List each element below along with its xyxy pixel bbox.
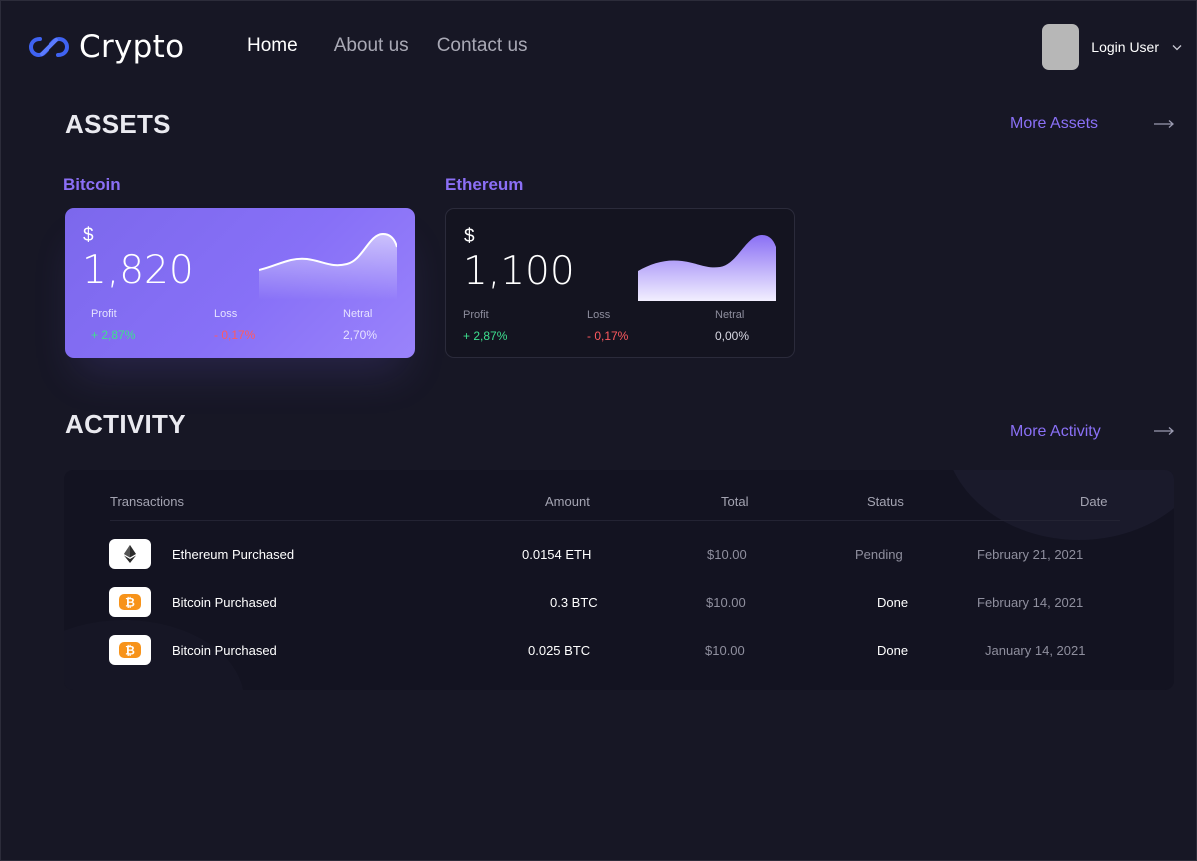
loss-value: - 0,17% <box>587 329 629 343</box>
arrow-right-icon[interactable] <box>1153 426 1175 436</box>
bitcoin-asset-card[interactable]: $ 1,820 Profit + 2,87% Loss - 0,17% Netr… <box>65 208 415 358</box>
bitcoin-icon: ₿ <box>109 587 151 617</box>
activity-title: ACTIVITY <box>65 409 186 439</box>
loss-stat: Loss - 0,17% <box>214 308 255 342</box>
profit-label: Profit <box>91 308 117 320</box>
table-row[interactable]: ₿ Bitcoin Purchased 0.025 BTC $10.00 Don… <box>64 635 1174 669</box>
arrow-right-icon[interactable] <box>1153 119 1175 129</box>
transaction-status: Done <box>877 643 909 658</box>
brand-name: Crypto <box>79 29 185 65</box>
bitcoin-sparkline <box>259 232 397 300</box>
column-header-status: Status <box>867 494 904 509</box>
asset-amount: 1,100 <box>463 249 575 294</box>
neutral-stat: Netral 2,70% <box>343 308 377 342</box>
transaction-total: $10.00 <box>707 547 747 562</box>
transaction-status: Pending <box>855 547 903 562</box>
ethereum-asset-card[interactable]: $ 1,100 Profit + 2,87% Loss - 0,17% Netr… <box>445 208 795 358</box>
transaction-amount: 0.025 BTC <box>528 643 591 658</box>
more-assets-link[interactable]: More Assets <box>1010 115 1098 133</box>
ethereum-sparkline <box>638 235 776 301</box>
main-nav: Home About us Contact us <box>247 35 556 57</box>
table-row[interactable]: Ethereum Purchased 0.0154 ETH $10.00 Pen… <box>64 539 1174 573</box>
ethereum-icon <box>109 539 151 569</box>
profit-value: + 2,87% <box>91 328 136 342</box>
transaction-date: February 21, 2021 <box>977 547 1084 562</box>
activity-table: Transactions Amount Total Status Date Et… <box>64 470 1174 690</box>
profit-label: Profit <box>463 309 489 321</box>
column-header-total: Total <box>721 494 749 509</box>
transaction-name: Ethereum Purchased <box>172 547 295 562</box>
more-activity-link[interactable]: More Activity <box>1010 423 1101 441</box>
transaction-total: $10.00 <box>706 595 746 610</box>
neutral-stat: Netral 0,00% <box>715 309 749 343</box>
column-header-transactions: Transactions <box>110 494 184 509</box>
transaction-name: Bitcoin Purchased <box>172 643 277 658</box>
svg-text:₿: ₿ <box>125 644 135 658</box>
transaction-date: February 14, 2021 <box>977 595 1084 610</box>
chevron-down-icon[interactable] <box>1172 44 1182 51</box>
transaction-amount: 0.0154 ETH <box>522 547 592 562</box>
profit-stat: Profit + 2,87% <box>463 309 507 343</box>
top-navigation: Crypto Home About us Contact us Login Us… <box>1 1 1196 93</box>
column-header-amount: Amount <box>545 494 590 509</box>
currency-symbol: $ <box>464 226 475 247</box>
header-divider <box>110 520 1120 521</box>
asset-amount: 1,820 <box>82 248 194 293</box>
loss-label: Loss <box>587 309 611 321</box>
brand-logo[interactable]: Crypto <box>29 29 184 65</box>
neutral-label: Netral <box>343 308 373 320</box>
nav-about-link[interactable]: About us <box>334 35 409 57</box>
ethereum-label: Ethereum <box>445 175 524 194</box>
nav-home-link[interactable]: Home <box>247 35 298 57</box>
transaction-name: Bitcoin Purchased <box>172 595 277 610</box>
currency-symbol: $ <box>83 225 94 246</box>
infinity-link-icon <box>29 36 69 58</box>
decorative-blob <box>944 470 1174 540</box>
column-header-date: Date <box>1080 494 1108 509</box>
table-row[interactable]: ₿ Bitcoin Purchased 0.3 BTC $10.00 Done … <box>64 587 1174 621</box>
transaction-status: Done <box>877 595 909 610</box>
loss-value: - 0,17% <box>214 328 256 342</box>
nav-contact-link[interactable]: Contact us <box>437 35 528 57</box>
bitcoin-icon: ₿ <box>109 635 151 665</box>
svg-text:₿: ₿ <box>125 596 135 610</box>
transaction-amount: 0.3 BTC <box>550 595 598 610</box>
neutral-label: Netral <box>715 309 745 321</box>
loss-label: Loss <box>214 308 238 320</box>
neutral-value: 0,00% <box>715 329 750 343</box>
loss-stat: Loss - 0,17% <box>587 309 628 343</box>
assets-title: ASSETS <box>65 109 171 139</box>
user-menu[interactable]: Login User <box>1042 24 1182 70</box>
transaction-date: January 14, 2021 <box>985 643 1086 658</box>
transaction-total: $10.00 <box>705 643 745 658</box>
user-name[interactable]: Login User <box>1091 39 1159 55</box>
bitcoin-label: Bitcoin <box>63 175 121 194</box>
avatar[interactable] <box>1042 24 1080 70</box>
neutral-value: 2,70% <box>343 328 378 342</box>
profit-value: + 2,87% <box>463 329 508 343</box>
profit-stat: Profit + 2,87% <box>91 308 135 342</box>
